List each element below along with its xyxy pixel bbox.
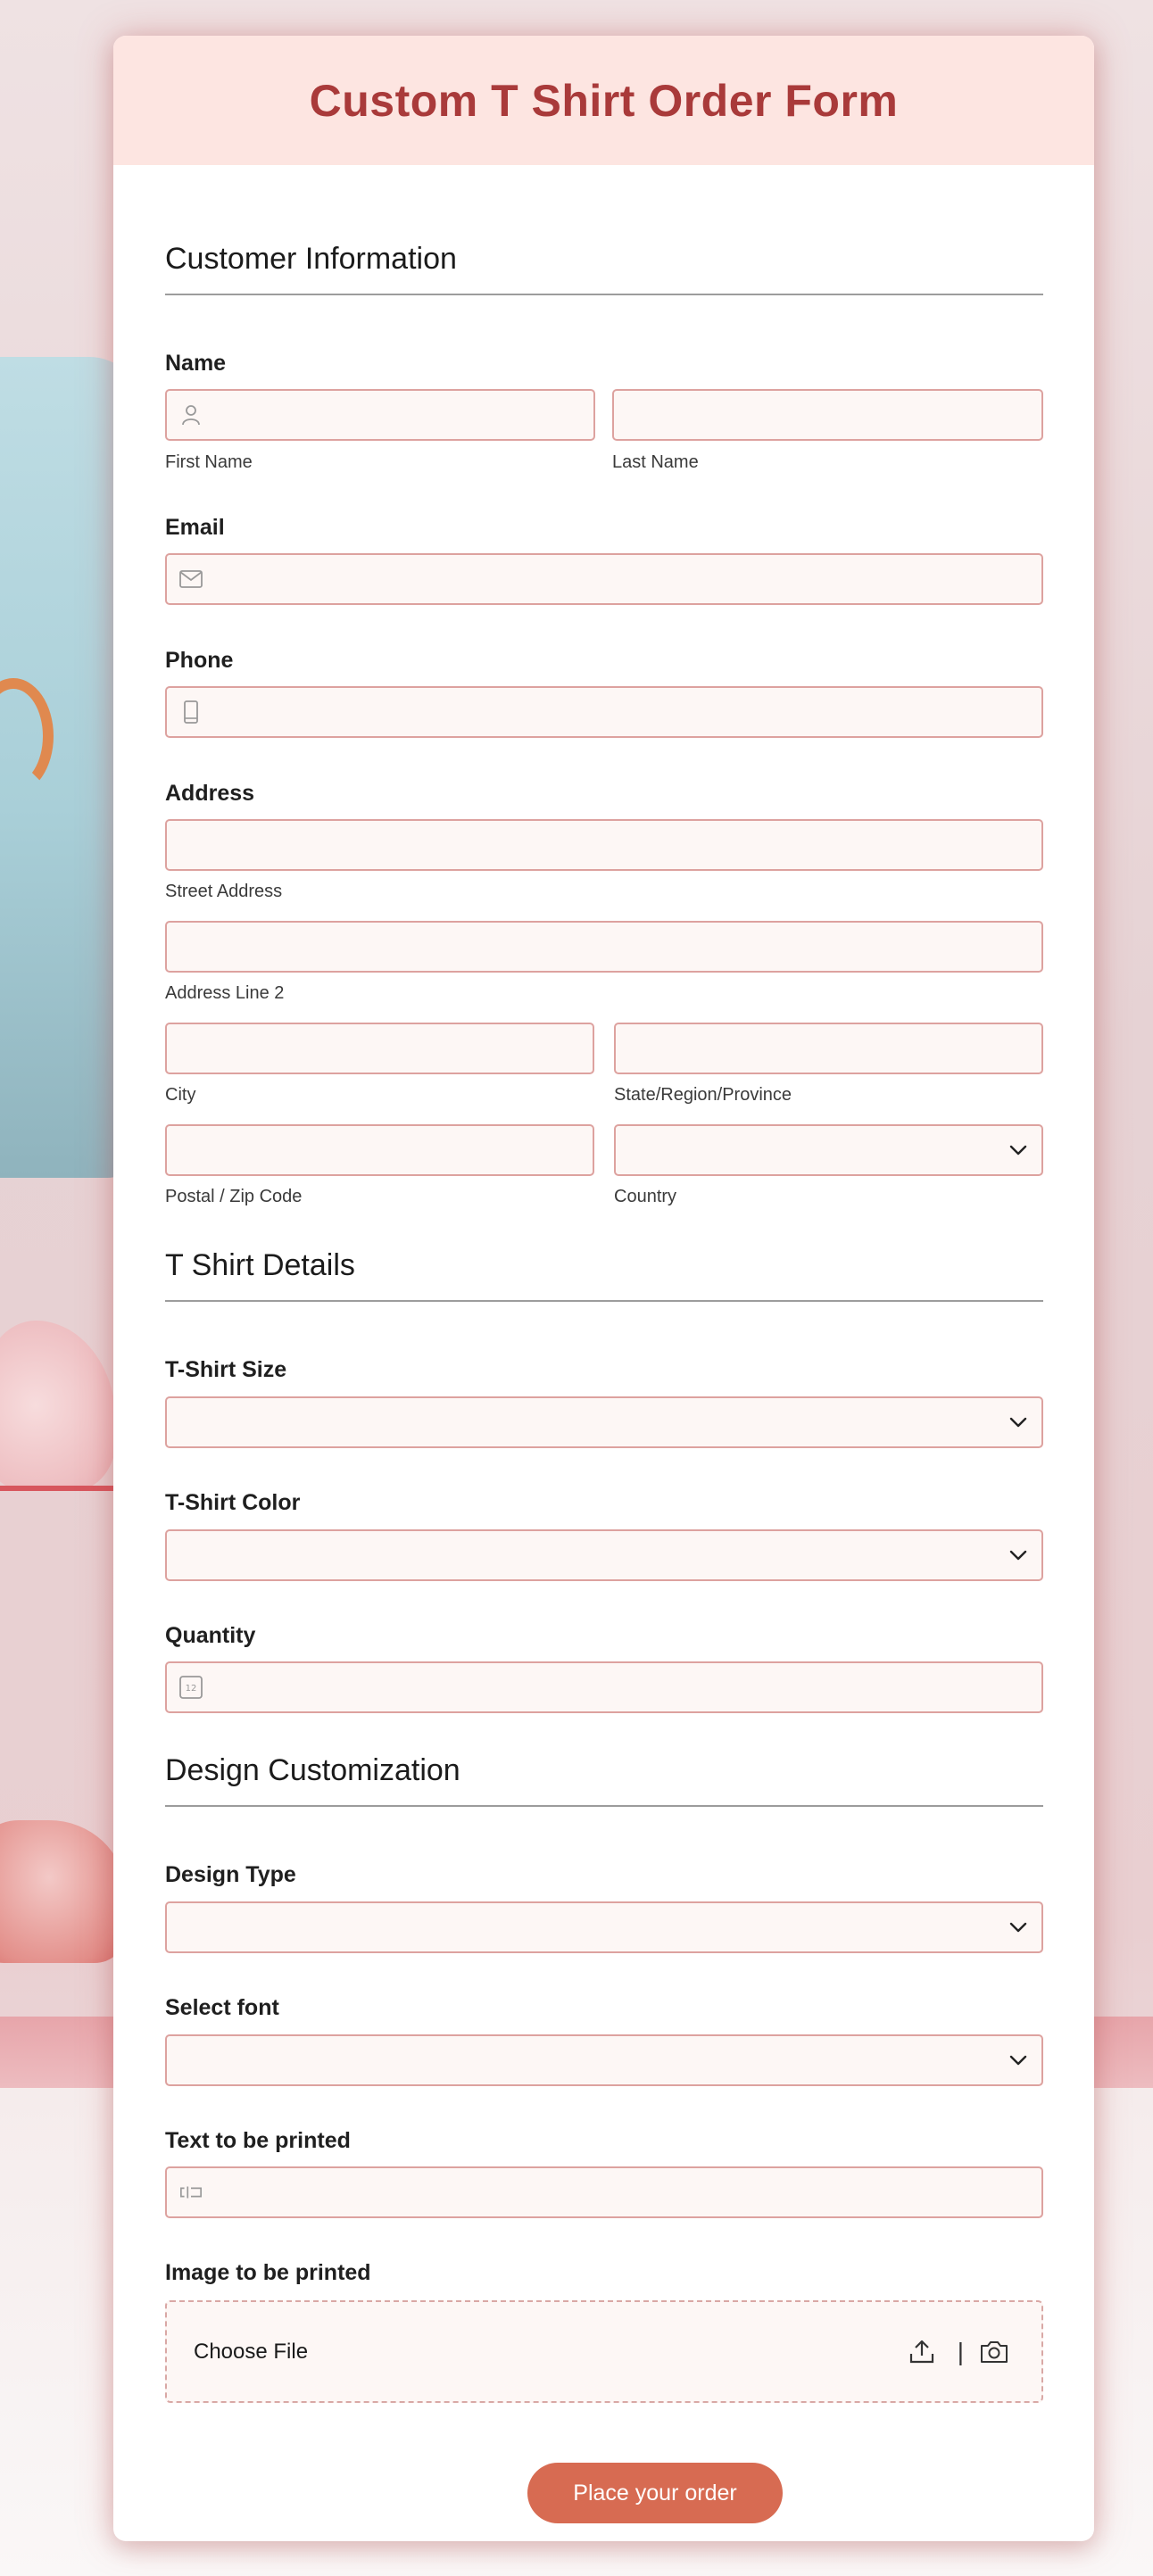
form-header: Custom T Shirt Order Form (113, 36, 1094, 165)
last-name-sublabel: Last Name (612, 452, 699, 472)
envelope-icon (179, 567, 203, 591)
quantity-input[interactable] (167, 1663, 1041, 1711)
text-field[interactable] (165, 2166, 1043, 2218)
street-address-input[interactable] (167, 821, 1041, 869)
email-field[interactable] (165, 553, 1043, 605)
address-line2-sublabel: Address Line 2 (165, 983, 285, 1003)
email-label: Email (165, 515, 225, 540)
choose-file-button[interactable]: Choose File (194, 2340, 308, 2365)
chevron-down-icon (1009, 1417, 1027, 1428)
background-sneaker-2 (0, 1820, 125, 1963)
section-divider (165, 1805, 1043, 1807)
chevron-down-icon (1009, 2055, 1027, 2066)
last-name-input[interactable] (614, 391, 1041, 439)
section-divider (165, 1300, 1043, 1302)
first-name-input[interactable] (167, 391, 593, 439)
first-name-field[interactable] (165, 389, 595, 441)
name-label: Name (165, 351, 227, 376)
city-sublabel: City (165, 1085, 196, 1105)
person-icon (179, 403, 203, 427)
address-line2-input[interactable] (167, 923, 1041, 971)
state-field[interactable] (614, 1023, 1043, 1074)
form-title: Custom T Shirt Order Form (309, 75, 899, 126)
section-title-tshirt: T Shirt Details (165, 1248, 355, 1282)
font-select[interactable] (165, 2034, 1043, 2086)
svg-text:12: 12 (186, 1684, 197, 1694)
country-select[interactable] (614, 1124, 1043, 1176)
color-label: T-Shirt Color (165, 1490, 301, 1515)
address-label: Address (165, 781, 255, 806)
zip-input[interactable] (167, 1126, 593, 1174)
text-label: Text to be printed (165, 2128, 351, 2153)
color-select[interactable] (165, 1529, 1043, 1581)
upload-icon[interactable] (908, 2338, 936, 2366)
camera-icon[interactable] (979, 2339, 1009, 2365)
street-address-field[interactable] (165, 819, 1043, 871)
text-cursor-icon (179, 2181, 203, 2204)
image-upload-dropzone[interactable]: Choose File | (165, 2300, 1043, 2403)
state-sublabel: State/Region/Province (614, 1085, 792, 1105)
email-input[interactable] (167, 555, 1041, 603)
section-divider (165, 294, 1043, 295)
zip-field[interactable] (165, 1124, 594, 1176)
state-input[interactable] (616, 1024, 1041, 1073)
section-title-design: Design Customization (165, 1753, 460, 1787)
last-name-field[interactable] (612, 389, 1043, 441)
phone-field[interactable] (165, 686, 1043, 738)
image-label: Image to be printed (165, 2260, 371, 2285)
address-line2-field[interactable] (165, 921, 1043, 973)
design-type-select[interactable] (165, 1901, 1043, 1953)
place-order-button[interactable]: Place your order (527, 2463, 783, 2523)
number-icon: 12 (179, 1676, 203, 1699)
design-type-label: Design Type (165, 1862, 296, 1887)
quantity-label: Quantity (165, 1623, 256, 1648)
font-label: Select font (165, 1995, 279, 2020)
size-select[interactable] (165, 1396, 1043, 1448)
quantity-field[interactable]: 12 (165, 1661, 1043, 1713)
section-title-customer: Customer Information (165, 242, 457, 276)
phone-label: Phone (165, 648, 234, 673)
chevron-down-icon (1009, 1550, 1027, 1561)
text-input[interactable] (167, 2168, 1041, 2216)
chevron-down-icon (1009, 1145, 1027, 1155)
background-shelf (0, 1486, 125, 1491)
country-sublabel: Country (614, 1187, 677, 1206)
chevron-down-icon (1009, 1922, 1027, 1933)
background-sneaker (0, 1321, 116, 1490)
city-field[interactable] (165, 1023, 594, 1074)
street-address-sublabel: Street Address (165, 882, 283, 901)
first-name-sublabel: First Name (165, 452, 253, 472)
city-input[interactable] (167, 1024, 593, 1073)
zip-sublabel: Postal / Zip Code (165, 1187, 303, 1206)
order-form-card: Custom T Shirt Order Form Customer Infor… (113, 36, 1094, 2541)
size-label: T-Shirt Size (165, 1357, 287, 1382)
phone-icon (179, 700, 203, 724)
phone-input[interactable] (167, 688, 1041, 736)
upload-separator: | (957, 2337, 964, 2365)
